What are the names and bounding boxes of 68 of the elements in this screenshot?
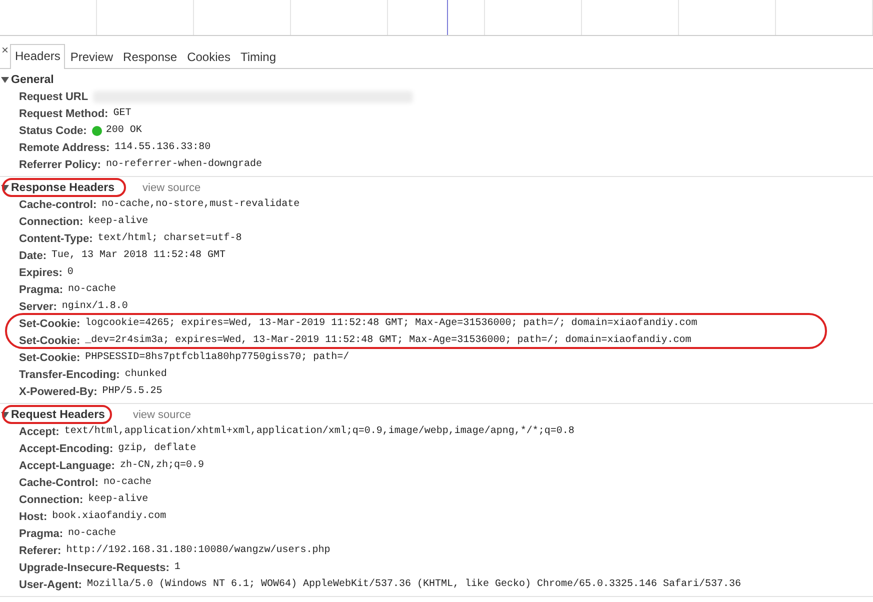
header-value: Tue, 13 Mar 2018 11:52:48 GMT	[52, 250, 226, 261]
header-name: Content-Type:	[19, 232, 93, 244]
header-name: Transfer-Encoding:	[19, 368, 120, 380]
header-name: Set-Cookie:	[19, 352, 80, 364]
expanded-triangle-icon[interactable]	[1, 184, 9, 192]
header-name: X-Powered-By:	[19, 386, 98, 398]
header-name: Cache-Control:	[19, 476, 98, 488]
header-value: no-referrer-when-downgrade	[106, 159, 262, 170]
header-name: Date:	[19, 250, 47, 262]
header-name: Upgrade-Insecure-Requests:	[19, 562, 170, 574]
header-value: gzip, deflate	[118, 443, 196, 454]
header-value: PHPSESSID=8hs7ptfcbl1a80hp7750giss70; path=/	[85, 352, 350, 363]
tab[interactable]: Preview	[65, 45, 118, 69]
header-name: Cache-control:	[19, 198, 97, 210]
header-value: http://192.168.31.180:10080/wangzw/users.php	[66, 545, 330, 556]
header-value: no-cache	[103, 477, 152, 488]
header-name: Set-Cookie:	[19, 318, 80, 330]
header-value: no-cache	[68, 528, 116, 539]
header-value: logcookie=4265; expires=Wed, 13-Mar-2019 11:52:48 GMT; Max-Age=31536000; path=/; domain=xiaofandiy.com	[85, 318, 698, 329]
header-name: Remote Address:	[19, 142, 110, 154]
tab[interactable]: Cookies	[182, 45, 236, 69]
header-name: User-Agent:	[19, 578, 82, 590]
header-name: Accept-Encoding:	[19, 442, 114, 454]
header-name: Request Method:	[19, 108, 108, 120]
header-value: no-cache	[68, 284, 116, 295]
header-name: Connection:	[19, 216, 84, 228]
tab[interactable]: Headers	[10, 44, 66, 69]
expanded-triangle-icon[interactable]	[1, 76, 9, 84]
header-name: Expires:	[19, 266, 62, 278]
view-source-link[interactable]: view source	[132, 408, 192, 420]
header-value: zh-CN,zh;q=0.9	[120, 460, 204, 471]
tab[interactable]: Timing	[235, 45, 282, 69]
section-title[interactable]: General	[11, 74, 54, 86]
header-name: Referer:	[19, 544, 62, 556]
header-name: Accept-Language:	[19, 460, 115, 472]
header-name: Pragma:	[19, 528, 64, 540]
section-title[interactable]: Response Headers	[11, 182, 115, 194]
header-value: keep-alive	[88, 494, 148, 505]
tab[interactable]: Response	[118, 45, 182, 69]
header-value: no-cache,no-store,must-revalidate	[102, 199, 300, 210]
header-value: book.xiaofandiy.com	[52, 511, 166, 522]
header-value: keep-alive	[88, 216, 148, 227]
header-name: Status Code:	[19, 124, 87, 136]
header-value: PHP/5.5.25	[102, 386, 162, 397]
header-value: chunked	[124, 369, 167, 380]
header-name: Pragma:	[19, 284, 64, 296]
section-title[interactable]: Request Headers	[11, 408, 105, 420]
header-value: 0	[67, 267, 74, 278]
header-name: Server:	[19, 300, 57, 312]
header-name: Connection:	[19, 494, 84, 506]
view-source-link[interactable]: view source	[142, 182, 201, 194]
header-value: 1	[174, 562, 180, 573]
header-value: 114.55.136.33:80	[114, 142, 211, 153]
header-value: Mozilla/5.0 (Windows NT 6.1; WOW64) AppleWebKit/537.36 (KHTML, like Gecko) Chrome/65.0.3325.146 Safari/537.36	[86, 579, 742, 590]
close-button[interactable]: ×	[0, 43, 10, 57]
header-name: Set-Cookie:	[19, 334, 80, 346]
header-value: GET	[113, 108, 132, 119]
header-value: 200 OK	[106, 125, 142, 136]
header-name: Request URL	[19, 90, 88, 102]
header-name: Referrer Policy:	[19, 158, 101, 170]
header-value: nginx/1.8.0	[62, 301, 128, 312]
header-name: Host:	[19, 510, 48, 522]
expanded-triangle-icon[interactable]	[1, 410, 9, 418]
header-value: text/html; charset=utf-8	[98, 233, 242, 244]
status-dot-icon	[92, 126, 102, 136]
header-value: _dev=2r4sim3a; expires=Wed, 13-Mar-2019 11:52:48 GMT; Max-Age=31536000; path=/; domain=xiaofandiy.com	[85, 335, 692, 346]
header-value: text/html,application/xhtml+xml,application/xml;q=0.9,image/webp,image/apng,*/*;q=0.8	[64, 426, 574, 437]
header-name: Accept:	[19, 426, 60, 438]
